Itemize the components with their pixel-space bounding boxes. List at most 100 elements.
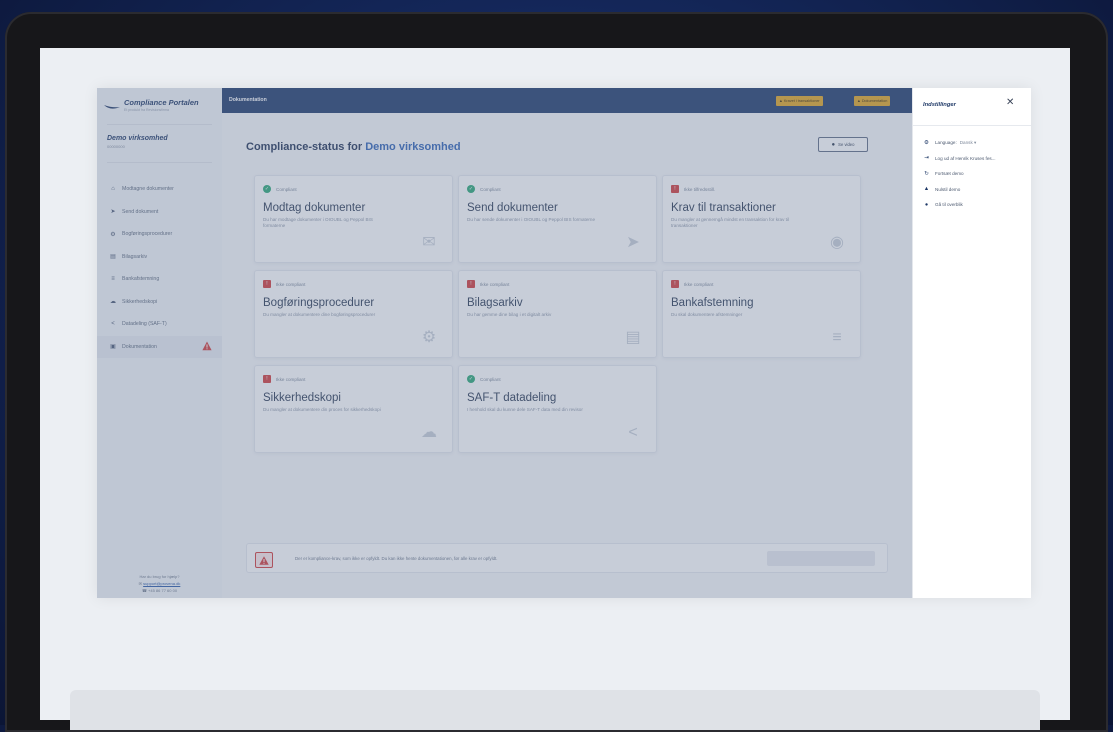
card-description: Du har modtage dokumenter i OIOUBL og Pe…: [263, 217, 373, 229]
alert-message: Der er kompliance-krav, som ikke er opfy…: [295, 556, 498, 561]
transactions-warning-button[interactable]: ▲ Kravet i transaktioner: [776, 96, 823, 106]
sidebar-item-send-dokument[interactable]: ➤ Send dokument: [97, 201, 222, 224]
status-card-bilagsarkiv[interactable]: ! Ikke compliant Bilagsarkiv Du har gemme…: [458, 270, 657, 358]
language-select[interactable]: ⚙ Language: Dansk ▾: [923, 135, 996, 151]
main-content: Compliance-status for Demo virksomhed ● …: [222, 113, 912, 598]
logo-tagline: Et produkt fra Revisionsfirma: [124, 108, 169, 112]
company-info: Demo virksomhed 00000000: [107, 135, 168, 149]
overview-item[interactable]: ● Gå til overblik: [923, 197, 996, 213]
check-icon: ✓: [263, 185, 271, 193]
logo-swoosh-icon: [104, 105, 120, 109]
documentation-warning-button[interactable]: ▲ Dokumentation: [854, 96, 891, 106]
card-description: Du har sende dokumenter i OIOUBL og Pepp…: [467, 217, 596, 222]
card-title: Bogføringsprocedurer: [263, 297, 375, 309]
envelope-icon: ✉: [422, 234, 436, 251]
check-icon: ✓: [467, 185, 475, 193]
card-description: Du har gemme dine bilag i et digitalt ar…: [467, 312, 552, 317]
support-question: Har du brug for hjælp?: [139, 574, 180, 579]
watch-video-label: Se video: [838, 142, 855, 147]
status-text: Compliant: [480, 186, 501, 192]
warning-icon: [255, 552, 273, 568]
archive-icon: ▤: [625, 329, 641, 346]
logo[interactable]: Compliance Portalen Et produkt fra Revis…: [104, 98, 219, 116]
cloud-icon: ☁: [110, 299, 116, 306]
dashboard-icon: ●: [924, 201, 929, 208]
status-badge: ! Ikke compliant: [671, 280, 713, 288]
card-title: SAF-T datadeling: [467, 392, 557, 404]
status-card-send-dokumenter[interactable]: ✓ Compliant Send dokumenter Du har sende …: [458, 175, 657, 263]
share-icon: <: [628, 424, 638, 441]
download-documentation-button[interactable]: [767, 551, 875, 566]
status-text: Ikke compliant: [480, 281, 510, 287]
status-text: Ikke tilfredsstill.: [684, 186, 716, 192]
status-badge: ! Ikke compliant: [263, 375, 305, 383]
status-card-sikkerhedskopi[interactable]: ! Ikke compliant Sikkerhedskopi Du mangle…: [254, 365, 453, 453]
status-card-bankafstemning[interactable]: ! Ikke compliant Bankafstemning Du skal d…: [662, 270, 861, 358]
sidebar-item-bilagsarkiv[interactable]: ▤ Bilagsarkiv: [97, 246, 222, 269]
compliance-alert: Der er kompliance-krav, som ikke er opfy…: [246, 543, 888, 573]
status-card-modtag-dokumenter[interactable]: ✓ Compliant Modtag dokumenter Du har modt…: [254, 175, 453, 263]
card-description: Du mangler at gennemgå mindst en transak…: [671, 217, 789, 229]
sidebar-item-label: Bankafstemning: [122, 276, 160, 283]
company-cvr: 00000000: [107, 144, 125, 149]
archive-icon: ▤: [110, 254, 116, 261]
sidebar: Compliance Portalen Et produkt fra Revis…: [97, 88, 223, 598]
support-email-link[interactable]: support@provena.dk: [143, 581, 180, 586]
status-text: Ikke compliant: [684, 281, 714, 287]
logout-item[interactable]: ⇥ Log ud af Henrik Kruses fes...: [923, 151, 995, 167]
status-text: Compliant: [276, 186, 297, 192]
card-description: Du mangler at dokumentere dine bogføring…: [263, 312, 376, 317]
company-name: Demo virksomhed: [107, 135, 168, 142]
play-icon: ●: [831, 141, 836, 148]
list-icon: ≡: [111, 276, 115, 283]
sidebar-item-dokumentation[interactable]: ▣ Dokumentation: [97, 335, 222, 358]
settings-menu: ⚙ Language: Dansk ▾ ⇥ Log ud af Henrik K…: [923, 135, 996, 213]
continue-demo-item[interactable]: ↻ Fortsæt demo: [923, 166, 996, 182]
card-title: Bilagsarkiv: [467, 297, 523, 309]
status-card-bogforingsprocedurer[interactable]: ! Ikke compliant Bogføringsprocedurer Du …: [254, 270, 453, 358]
redo-icon: ↻: [924, 170, 929, 177]
logo-name: Compliance Portalen: [124, 98, 199, 107]
close-icon[interactable]: ✕: [1006, 97, 1014, 108]
sidebar-item-bogforingsprocedurer[interactable]: ⚙ Bogføringsprocedurer: [97, 223, 222, 246]
page-title-prefix: Compliance-status for: [246, 141, 363, 153]
check-icon: ✓: [467, 375, 475, 383]
target-icon: ◉: [830, 234, 844, 251]
globe-icon: ⚙: [924, 139, 929, 146]
warning-icon: !: [263, 280, 271, 288]
top-bar: Dokumentation ▲ Kravet i transaktioner ▲…: [222, 88, 912, 113]
reset-demo-item[interactable]: ▲ Nulstil demo: [923, 182, 996, 198]
language-value[interactable]: Dansk ▾: [960, 140, 977, 146]
support-phone[interactable]: +45 86 77 60 00: [148, 588, 177, 593]
overview-label: Gå til overblik: [935, 202, 963, 208]
card-description: Du mangler at dokumentere din proces for…: [263, 407, 381, 412]
divider: [107, 162, 212, 163]
list-icon: ≡: [832, 329, 842, 346]
sidebar-item-sikkerhedskopi[interactable]: ☁ Sikkerhedskopi: [97, 291, 222, 314]
status-badge: ! Ikke tilfredsstill.: [671, 185, 715, 193]
card-title: Modtag dokumenter: [263, 202, 366, 214]
card-description: I henhold skal du kunne dele SAF-T data …: [467, 407, 583, 412]
card-title: Krav til transaktioner: [671, 202, 776, 214]
sidebar-item-modtagne-dokumenter[interactable]: ⌂ Modtagne dokumenter: [97, 178, 222, 201]
warning-icon: [202, 341, 212, 350]
top-bar-title: Dokumentation: [229, 97, 267, 103]
status-text: Ikke compliant: [276, 376, 306, 382]
sidebar-item-label: Datadeling (SAF-T): [122, 321, 167, 328]
status-badge: ✓ Compliant: [467, 185, 501, 193]
warning-icon: !: [263, 375, 271, 383]
status-card-krav-til-transaktioner[interactable]: ! Ikke tilfredsstill. Krav til transaktio…: [662, 175, 861, 263]
settings-title: Indstillinger: [923, 102, 956, 108]
watch-video-button[interactable]: ● Se video: [818, 137, 868, 152]
status-card-saf-t-datadeling[interactable]: ✓ Compliant SAF-T datadeling I henhold sk…: [458, 365, 657, 453]
gear-icon: ⚙: [110, 231, 116, 238]
support-info: Har du brug for hjælp? ✉ support@provena…: [97, 574, 222, 595]
sidebar-item-bankafstemning[interactable]: ≡ Bankafstemning: [97, 268, 222, 291]
divider: [107, 124, 212, 125]
settings-panel: Indstillinger ✕ ⚙ Language: Dansk ▾ ⇥ Lo…: [912, 88, 1031, 598]
sidebar-item-datadeling[interactable]: < Datadeling (SAF-T): [97, 313, 222, 336]
status-badge: ✓ Compliant: [467, 375, 501, 383]
send-icon: ➤: [626, 234, 640, 251]
reset-demo-label: Nulstil demo: [935, 186, 961, 192]
share-icon: <: [111, 321, 115, 328]
